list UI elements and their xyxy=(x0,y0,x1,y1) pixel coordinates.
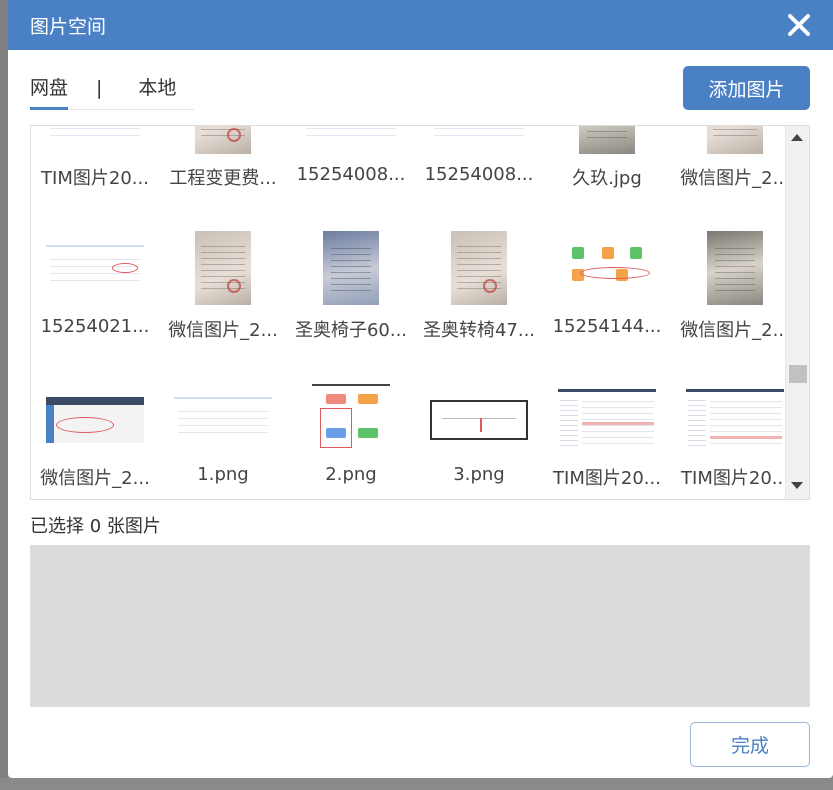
image-grid-scrollbar[interactable] xyxy=(785,126,809,499)
image-tile[interactable]: 圣奥转椅47... xyxy=(415,228,543,378)
image-tile[interactable]: 2.png xyxy=(287,380,415,499)
image-tile[interactable]: 3.png xyxy=(415,380,543,499)
image-thumbnail xyxy=(301,380,401,460)
image-name: 15254008... xyxy=(424,164,534,185)
image-thumbnail xyxy=(173,126,273,156)
image-name: 2.png xyxy=(325,464,377,485)
image-name: TIM图片20... xyxy=(41,168,149,189)
tab-local[interactable]: 本地 xyxy=(138,76,176,109)
image-name: 微信图片_2... xyxy=(680,320,786,341)
image-name: 久玖.jpg xyxy=(572,168,642,189)
dialog-titlebar: 图片空间 xyxy=(8,0,833,50)
image-thumbnail xyxy=(173,380,273,460)
image-tile[interactable]: TIM图片20... xyxy=(31,126,159,226)
image-row: TIM图片20... 工程变更费... 15254008... 15254008… xyxy=(31,126,786,226)
image-name: 圣奥转椅47... xyxy=(422,320,536,341)
image-thumbnail xyxy=(45,380,145,460)
scroll-up-arrow-icon[interactable] xyxy=(791,134,803,141)
image-name: 微信图片_2... xyxy=(40,468,150,489)
image-name: 15254144... xyxy=(552,316,662,337)
image-thumbnail xyxy=(557,228,657,308)
image-tile[interactable]: 15254008... xyxy=(415,126,543,226)
image-name: 工程变更费... xyxy=(169,168,277,189)
image-tile[interactable]: 微信图片_2... xyxy=(31,380,159,499)
image-name: 圣奥椅子60... xyxy=(294,320,408,341)
image-thumbnail xyxy=(685,380,785,460)
image-tile[interactable]: 工程变更费... xyxy=(159,126,287,226)
image-tile[interactable]: TIM图片20... xyxy=(671,380,786,499)
source-tabs: 网盘 | 本地 xyxy=(30,76,194,110)
image-space-dialog: 图片空间 网盘 | 本地 添加图片 TIM图片20... 工程变更费... 15… xyxy=(8,0,833,778)
image-row: 微信图片_2... 1.png 2.png 3.png TIM图片20... T… xyxy=(31,380,786,499)
tab-separator: | xyxy=(96,77,103,99)
image-tile[interactable]: TIM图片20... xyxy=(543,380,671,499)
image-name: 1.png xyxy=(197,464,249,485)
image-tile[interactable]: 微信图片_2... xyxy=(671,228,786,378)
image-thumbnail xyxy=(429,228,529,308)
scroll-down-arrow-icon[interactable] xyxy=(791,482,803,489)
image-tile[interactable]: 微信图片_2... xyxy=(159,228,287,378)
image-name: TIM图片20... xyxy=(553,468,661,489)
page-backdrop xyxy=(0,0,8,790)
image-tile[interactable]: 15254008... xyxy=(287,126,415,226)
image-thumbnail xyxy=(557,380,657,460)
scrollbar-thumb[interactable] xyxy=(789,365,807,383)
image-name: 15254021... xyxy=(40,316,150,337)
selected-count-label: 已选择 0 张图片 xyxy=(30,516,161,537)
tab-cloud-drive[interactable]: 网盘 xyxy=(30,76,69,110)
image-tile[interactable]: 久玖.jpg xyxy=(543,126,671,226)
image-row: 15254021... 微信图片_2... 圣奥椅子60... 圣奥转椅47..… xyxy=(31,228,786,378)
image-tile[interactable]: 1.png xyxy=(159,380,287,499)
image-name: TIM图片20... xyxy=(681,468,786,489)
close-button[interactable] xyxy=(785,11,813,39)
image-thumbnail xyxy=(685,126,785,156)
image-name: 微信图片_2... xyxy=(168,320,278,341)
image-thumbnail xyxy=(301,228,401,308)
image-thumbnail xyxy=(429,380,529,460)
image-thumbnail xyxy=(301,126,401,156)
image-tile[interactable]: 微信图片_2... xyxy=(671,126,786,226)
image-thumbnail xyxy=(429,126,529,156)
image-name: 3.png xyxy=(453,464,505,485)
image-thumbnail xyxy=(173,228,273,308)
image-tile[interactable]: 15254144... xyxy=(543,228,671,378)
image-tile[interactable]: 15254021... xyxy=(31,228,159,378)
image-grid-viewport: TIM图片20... 工程变更费... 15254008... 15254008… xyxy=(31,126,786,499)
dialog-title: 图片空间 xyxy=(30,15,107,38)
selected-images-area xyxy=(30,545,810,707)
tabs-row: 网盘 | 本地 添加图片 xyxy=(30,64,810,110)
page-backdrop-bottom xyxy=(0,778,833,790)
close-icon xyxy=(788,14,810,36)
image-thumbnail xyxy=(45,126,145,156)
add-image-button[interactable]: 添加图片 xyxy=(683,66,810,110)
image-tile[interactable]: 圣奥椅子60... xyxy=(287,228,415,378)
image-thumbnail xyxy=(45,228,145,308)
done-button[interactable]: 完成 xyxy=(690,722,810,767)
image-name: 15254008... xyxy=(296,164,406,185)
image-thumbnail xyxy=(557,126,657,156)
image-name: 微信图片_2... xyxy=(680,168,786,189)
image-grid: TIM图片20... 工程变更费... 15254008... 15254008… xyxy=(30,125,810,500)
image-thumbnail xyxy=(685,228,785,308)
